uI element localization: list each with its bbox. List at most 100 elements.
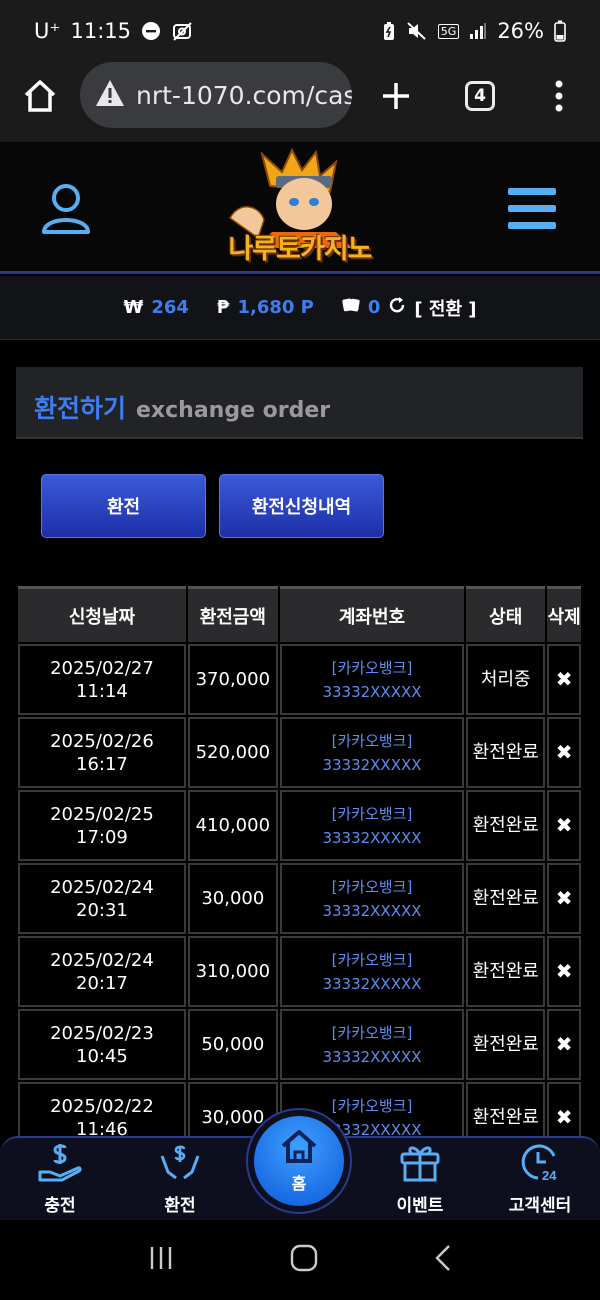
row-delete-button[interactable]: ✖: [547, 790, 581, 861]
header-date: 신청날짜: [18, 586, 186, 642]
battery-percent: 26%: [497, 19, 544, 43]
browser-toolbar: nrt-1070.com/cas 4: [0, 62, 600, 142]
row-account-cell: [카카오뱅크] 33332XXXXX: [279, 1009, 465, 1080]
home-nav-icon[interactable]: [289, 1243, 319, 1277]
row-account-cell: [카카오뱅크] 33332XXXXX: [279, 644, 465, 715]
nav-charge-label: 충전: [44, 1196, 76, 1216]
row-amount-cell: 410,000: [187, 790, 278, 861]
user-icon[interactable]: [40, 182, 92, 240]
warning-icon[interactable]: [94, 78, 126, 112]
row-delete-button[interactable]: ✖: [547, 863, 581, 934]
chip-balance: 0: [367, 297, 381, 318]
status-right: 5G 26%: [382, 19, 566, 43]
row-date-cell: 2025/02/24 20:31: [18, 863, 186, 934]
row-delete-button[interactable]: ✖: [547, 936, 581, 1007]
charge-icon: [38, 1142, 82, 1187]
row-amount-cell: 370,000: [187, 644, 278, 715]
point-balance: 1,680 P: [237, 297, 314, 318]
row-account-cell: [카카오뱅크] 33332XXXXX: [279, 717, 465, 788]
new-tab-icon[interactable]: [380, 80, 412, 116]
row-status-cell: 환전완료: [466, 936, 546, 1007]
row-status-cell: 환전완료: [466, 790, 546, 861]
row-date-cell: 2025/02/23 10:45: [18, 1009, 186, 1080]
row-amount-cell: 310,000: [187, 936, 278, 1007]
page-title: 환전하기 exchange order: [16, 367, 583, 439]
row-status-cell: 환전완료: [466, 863, 546, 934]
row-delete-button[interactable]: ✖: [547, 717, 581, 788]
row-date-cell: 2025/02/27 11:14: [18, 644, 186, 715]
hamburger-menu-icon[interactable]: [506, 186, 558, 236]
site-logo[interactable]: 나루토카지노: [212, 147, 388, 270]
row-status-cell: 환전완료: [466, 1009, 546, 1080]
back-icon[interactable]: [433, 1243, 453, 1277]
row-amount-cell: 30,000: [187, 863, 278, 934]
exchange-button[interactable]: 환전: [41, 474, 206, 538]
nav-event-label: 이벤트: [396, 1196, 444, 1216]
network-type: 5G: [437, 23, 460, 39]
row-date-cell: 2025/02/25 17:09: [18, 790, 186, 861]
home-icon[interactable]: [22, 78, 58, 118]
convert-button[interactable]: [ 전환 ]: [414, 295, 476, 321]
row-date-cell: 2025/02/24 20:17: [18, 936, 186, 1007]
tab-switcher-button[interactable]: 4: [465, 81, 495, 111]
row-delete-button[interactable]: ✖: [547, 644, 581, 715]
table-row: 2025/02/27 11:14 370,000 [카카오뱅크] 33332XXXX…: [18, 644, 581, 715]
logo-text: 나루토카지노: [228, 234, 372, 265]
row-account-cell: [카카오뱅크] 33332XXXXX: [279, 790, 465, 861]
row-status-cell: 처리중: [466, 644, 546, 715]
recent-apps-icon[interactable]: [147, 1244, 175, 1276]
more-menu-icon[interactable]: [550, 78, 568, 118]
nav-support[interactable]: 24 고객센터: [485, 1142, 595, 1216]
table-row: 2025/02/26 16:17 520,000 [카카오뱅크] 33332XXXX…: [18, 717, 581, 788]
header-status: 상태: [466, 586, 546, 642]
signal-icon: [469, 22, 487, 40]
header-amount: 환전금액: [187, 586, 278, 642]
won-balance: 264: [151, 297, 189, 318]
no-camera-icon: [171, 20, 193, 42]
row-delete-button[interactable]: ✖: [547, 1009, 581, 1080]
exchange-history-table: 신청날짜 환전금액 계좌번호 상태 삭제 2025/02/27 11:14 370…: [16, 584, 583, 1155]
gift-icon: [398, 1142, 442, 1187]
row-amount-cell: 50,000: [187, 1009, 278, 1080]
mute-icon: [406, 21, 428, 41]
clock: 11:15: [70, 19, 131, 43]
dnd-icon: [141, 21, 161, 41]
won-symbol: ₩: [123, 297, 144, 318]
row-status-cell: 환전완료: [466, 717, 546, 788]
header-account: 계좌번호: [279, 586, 465, 642]
refresh-icon[interactable]: [388, 296, 406, 319]
carrier-label: U⁺: [34, 19, 61, 43]
table-header-row: 신청날짜 환전금액 계좌번호 상태 삭제: [18, 586, 581, 642]
system-nav-bar: [0, 1220, 600, 1300]
status-bar: U⁺ 11:15 5G 26%: [0, 0, 600, 62]
page-title-korean: 환전하기: [34, 394, 127, 423]
home-button-inner: 홈: [254, 1116, 344, 1206]
row-account-cell: [카카오뱅크] 33332XXXXX: [279, 863, 465, 934]
site-header: 나루토카지노: [0, 142, 600, 274]
url-text[interactable]: nrt-1070.com/cas: [136, 81, 352, 110]
exchange-history-button[interactable]: 환전신청내역: [219, 474, 384, 538]
nav-charge[interactable]: 충전: [5, 1142, 115, 1216]
chip-icon: [342, 296, 360, 319]
nav-exchange[interactable]: 환전: [125, 1142, 235, 1216]
balance-bar: ₩ 264 ₱ 1,680 P 0 [ 전환 ]: [0, 276, 600, 340]
header-delete: 삭제: [547, 586, 581, 642]
nav-event[interactable]: 이벤트: [365, 1142, 475, 1216]
table-row: 2025/02/24 20:31 30,000 [카카오뱅크] 33332XXXXX…: [18, 863, 581, 934]
address-bar[interactable]: nrt-1070.com/cas: [80, 62, 352, 128]
svg-text:24: 24: [542, 1168, 557, 1182]
battery-saver-icon: [382, 21, 396, 41]
status-left: U⁺ 11:15: [34, 19, 193, 43]
point-symbol: ₱: [216, 297, 230, 318]
exchange-icon: [158, 1142, 202, 1187]
nav-exchange-label: 환전: [164, 1196, 196, 1216]
row-account-cell: [카카오뱅크] 33332XXXXX: [279, 936, 465, 1007]
row-date-cell: 2025/02/26 16:17: [18, 717, 186, 788]
table-row: 2025/02/25 17:09 410,000 [카카오뱅크] 33332XXXX…: [18, 790, 581, 861]
nav-home-button[interactable]: 홈: [246, 1108, 352, 1214]
nav-support-label: 고객센터: [508, 1196, 572, 1216]
page-title-english: exchange order: [136, 398, 331, 423]
nav-home-label: 홈: [291, 1174, 307, 1193]
table-row: 2025/02/23 10:45 50,000 [카카오뱅크] 33332XXXXX…: [18, 1009, 581, 1080]
home-house-icon: [279, 1128, 319, 1168]
